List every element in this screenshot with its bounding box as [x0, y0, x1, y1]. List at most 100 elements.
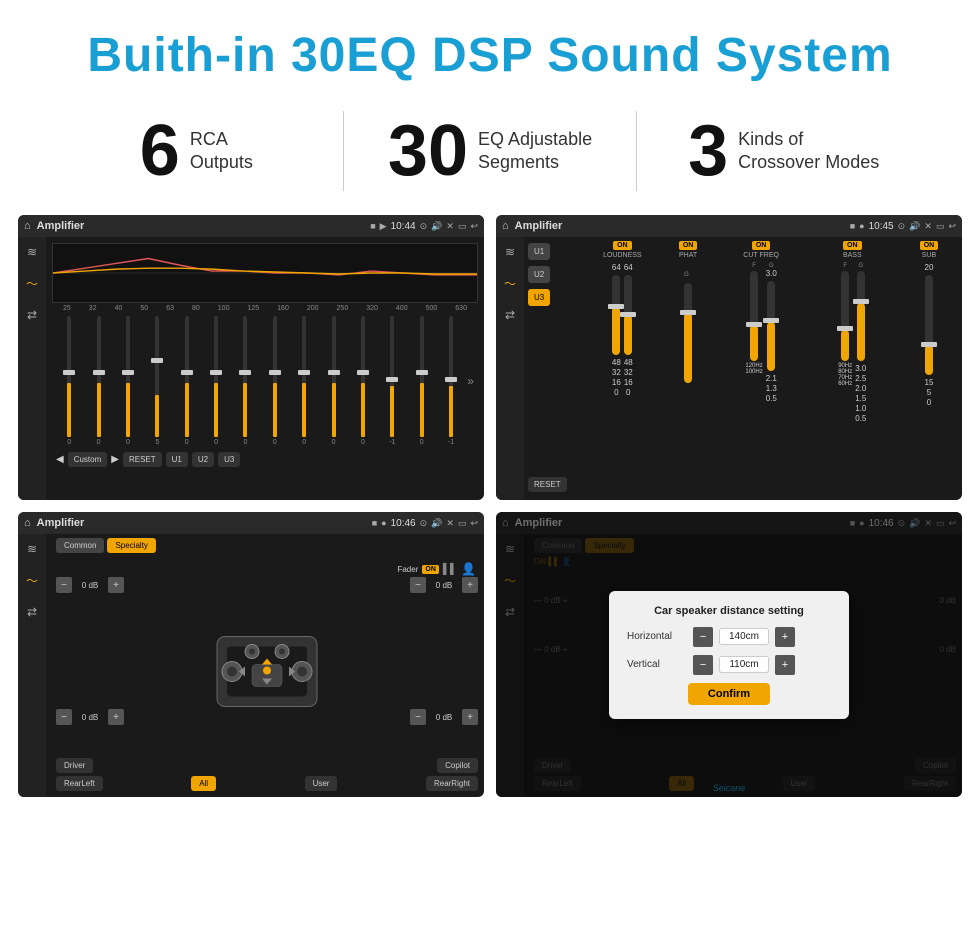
vertical-row: Vertical − 110cm + — [627, 655, 831, 675]
stat-text-crossover: Kinds ofCrossover Modes — [738, 128, 879, 175]
specialty-close-icon[interactable]: ✕ — [446, 518, 454, 529]
eq-main-content: 25 32 40 50 63 80 100 125 160 200 250 32… — [46, 237, 484, 500]
eq-slider-3[interactable]: 0 — [115, 316, 141, 446]
user-button[interactable]: User — [305, 776, 338, 791]
eq-topbar: ⌂ Amplifier ■ ▶ 10:44 ⊙ 🔊 ✕ ▭ ↩ — [18, 215, 484, 237]
specialty-sidebar-wave-icon[interactable]: 〜 — [26, 572, 38, 589]
speaker-diagram — [197, 616, 337, 726]
eq-slider-10[interactable]: 0 — [320, 316, 346, 446]
specialty-topbar-icons: ■ ● 10:46 ⊙ 🔊 ✕ ▭ ↩ — [372, 518, 478, 529]
amp-sidebar-wave-icon[interactable]: 〜 — [504, 275, 516, 292]
eq-slider-1[interactable]: 0 — [56, 316, 82, 446]
u2-channel-btn[interactable]: U2 — [528, 266, 550, 283]
dialog-title: Car speaker distance setting — [627, 605, 831, 617]
specialty-sidebar: ≋ 〜 ⇄ — [18, 534, 46, 797]
amp-reset-button[interactable]: RESET — [528, 477, 567, 492]
next-button[interactable]: ▶ — [111, 454, 119, 465]
specialty-back-icon[interactable]: ↩ — [470, 518, 478, 529]
eq-slider-11[interactable]: 0 — [350, 316, 376, 446]
eq-slider-12[interactable]: -1 — [379, 316, 405, 446]
cutfreq-f-slider[interactable] — [750, 271, 758, 361]
horizontal-minus-btn[interactable]: − — [693, 627, 713, 647]
eq-slider-14[interactable]: -1 — [438, 316, 464, 446]
stats-row: 6 RCAOutputs 30 EQ AdjustableSegments 3 … — [0, 101, 980, 215]
phat-slider[interactable] — [684, 283, 692, 383]
specialty-home-icon[interactable]: ⌂ — [24, 517, 31, 529]
amp-sidebar-eq-icon[interactable]: ≋ — [505, 245, 515, 259]
eq-graph — [52, 243, 478, 303]
amp-home-icon[interactable]: ⌂ — [502, 220, 509, 232]
eq-slider-8[interactable]: 0 — [262, 316, 288, 446]
eq-slider-7[interactable]: 0 — [232, 316, 258, 446]
u3-channel-btn[interactable]: U3 — [528, 289, 550, 306]
cutfreq-g-slider[interactable] — [767, 281, 775, 371]
amp-topbar: ⌂ Amplifier ■ ● 10:45 ⊙ 🔊 ✕ ▭ ↩ — [496, 215, 962, 237]
vertical-minus-btn[interactable]: − — [693, 655, 713, 675]
bass-on-badge: ON — [843, 241, 862, 250]
db-minus-tr[interactable]: − — [410, 577, 426, 593]
record-icon: ■ — [370, 221, 375, 231]
eq-slider-5[interactable]: 0 — [174, 316, 200, 446]
u1-button[interactable]: U1 — [166, 452, 188, 467]
eq-freq-labels: 25 32 40 50 63 80 100 125 160 200 250 32… — [52, 305, 478, 312]
eq-slider-9[interactable]: 0 — [291, 316, 317, 446]
db-plus-tr[interactable]: + — [462, 577, 478, 593]
sidebar-eq-icon[interactable]: ≋ — [27, 245, 37, 259]
copilot-button[interactable]: Copilot — [437, 758, 478, 773]
db-plus-tl[interactable]: + — [108, 577, 124, 593]
specialty-sidebar-eq-icon[interactable]: ≋ — [27, 542, 37, 556]
amp-screen: ⌂ Amplifier ■ ● 10:45 ⊙ 🔊 ✕ ▭ ↩ ≋ 〜 ⇄ U1… — [496, 215, 962, 500]
all-button[interactable]: All — [191, 776, 216, 791]
bass-f-slider[interactable] — [841, 271, 849, 361]
rearleft-button[interactable]: RearLeft — [56, 776, 103, 791]
confirm-button[interactable]: Confirm — [688, 683, 770, 705]
u3-button[interactable]: U3 — [218, 452, 240, 467]
eq-slider-6[interactable]: 0 — [203, 316, 229, 446]
back-icon[interactable]: ↩ — [470, 221, 478, 232]
common-tab[interactable]: Common — [56, 538, 104, 553]
eq-slider-13[interactable]: 0 — [409, 316, 435, 446]
sidebar-arrow-icon[interactable]: ⇄ — [27, 308, 37, 322]
db-minus-tl[interactable]: − — [56, 577, 72, 593]
close-icon[interactable]: ✕ — [446, 221, 454, 232]
bass-g-slider[interactable] — [857, 271, 865, 361]
horizontal-label: Horizontal — [627, 631, 687, 642]
specialty-tab[interactable]: Specialty — [107, 538, 155, 553]
amp-back-icon[interactable]: ↩ — [948, 221, 956, 232]
fader-user-icon[interactable]: 👤 — [461, 562, 476, 576]
specialty-topbar-title: Amplifier — [37, 517, 366, 529]
reset-button[interactable]: RESET — [123, 452, 162, 467]
db-control-bl: − 0 dB + — [56, 709, 124, 725]
specialty-time: 10:46 — [391, 518, 416, 529]
dialog-screen: ⌂ Amplifier ■ ● 10:46 ⊙ 🔊 ✕ ▭ ↩ ≋ 〜 ⇄ Co… — [496, 512, 962, 797]
loudness-slider2[interactable] — [624, 275, 632, 355]
eq-slider-2[interactable]: 0 — [85, 316, 111, 446]
stat-text-rca: RCAOutputs — [190, 128, 253, 175]
home-icon[interactable]: ⌂ — [24, 220, 31, 232]
db-minus-bl[interactable]: − — [56, 709, 72, 725]
db-plus-bl[interactable]: + — [108, 709, 124, 725]
loudness-slider[interactable] — [612, 275, 620, 355]
sidebar-wave-icon[interactable]: 〜 — [26, 275, 38, 292]
bass-control: ON BASS F 90Hz 80Hz 70Hz 60Hz — [809, 241, 896, 494]
vertical-plus-btn[interactable]: + — [775, 655, 795, 675]
horizontal-plus-btn[interactable]: + — [775, 627, 795, 647]
db-minus-br[interactable]: − — [410, 709, 426, 725]
eq-topbar-icons: ■ ▶ 10:44 ⊙ 🔊 ✕ ▭ ↩ — [370, 221, 478, 232]
speaker-icon: 🔊 — [431, 221, 442, 232]
channel-buttons: U1 U2 U3 — [528, 243, 550, 306]
amp-close-icon[interactable]: ✕ — [924, 221, 932, 232]
sub-slider[interactable] — [925, 275, 933, 375]
rearright-button[interactable]: RearRight — [426, 776, 478, 791]
eq-slider-4[interactable]: 5 — [144, 316, 170, 446]
phat-on-badge: ON — [679, 241, 698, 250]
prev-button[interactable]: ◀ — [56, 454, 64, 465]
expand-icon[interactable]: » — [467, 374, 474, 388]
u1-channel-btn[interactable]: U1 — [528, 243, 550, 260]
u2-button[interactable]: U2 — [192, 452, 214, 467]
amp-sidebar-arrow-icon[interactable]: ⇄ — [505, 308, 515, 322]
specialty-sidebar-arrow-icon[interactable]: ⇄ — [27, 605, 37, 619]
db-plus-br[interactable]: + — [462, 709, 478, 725]
custom-button[interactable]: Custom — [68, 452, 108, 467]
driver-button[interactable]: Driver — [56, 758, 93, 773]
